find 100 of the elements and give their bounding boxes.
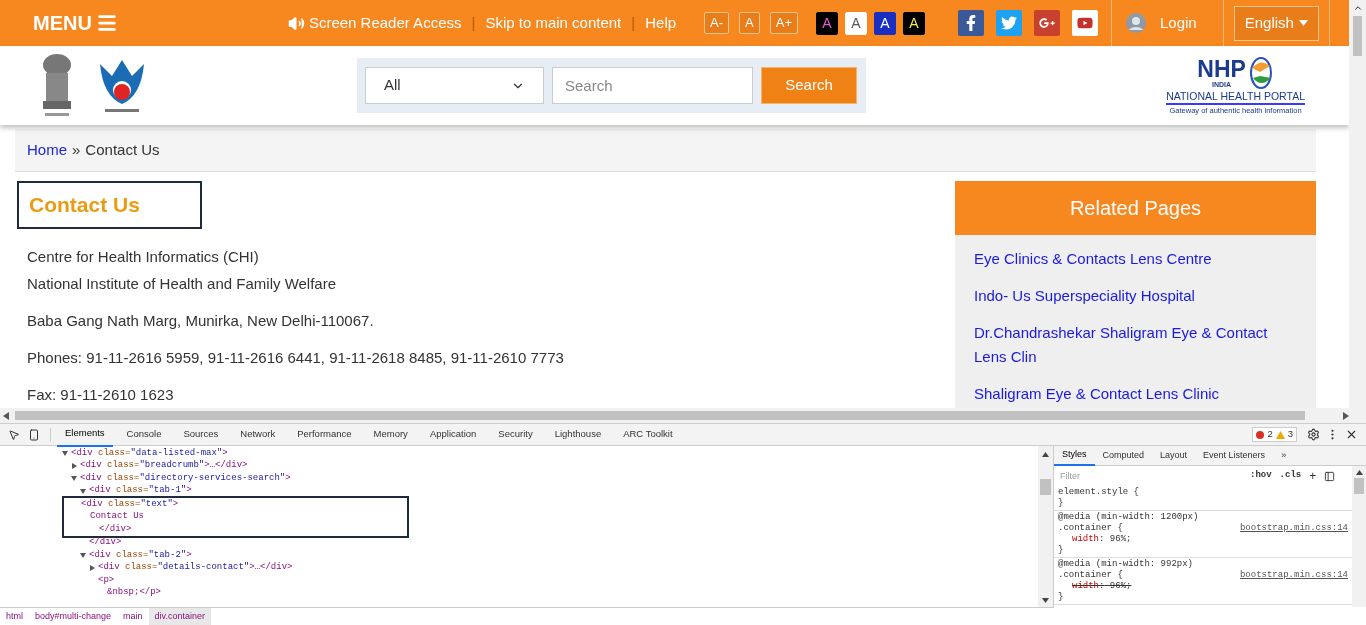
expanded-triangle-icon[interactable]: [62, 450, 71, 457]
dom-node-line[interactable]: </div>: [99, 522, 132, 536]
warning-icon: [1275, 430, 1285, 439]
dom-node-line[interactable]: <div class="text">: [81, 497, 179, 511]
separator: |: [631, 12, 636, 33]
scrollbar-thumb[interactable]: [1354, 478, 1364, 494]
sidebar-toggle-icon: [1324, 470, 1336, 482]
style-declaration[interactable]: width: 96%;: [1058, 581, 1348, 592]
more-tabs-button[interactable]: »: [1273, 448, 1295, 463]
cls-button[interactable]: .cls: [1279, 469, 1302, 483]
related-pages-header: Related Pages: [955, 181, 1316, 235]
source-link[interactable]: bootstrap.min.css:14: [1239, 523, 1348, 534]
expanded-triangle-icon[interactable]: [71, 475, 80, 482]
home-link[interactable]: Home: [27, 138, 67, 162]
inspect-icon: [8, 428, 20, 441]
social-icon[interactable]: [996, 10, 1022, 37]
rule-close: }: [1058, 545, 1065, 556]
dom-node-line[interactable]: <div class="data-listed-max">: [71, 446, 228, 460]
rule-close: }: [1058, 498, 1065, 509]
devtools-tab[interactable]: Elements: [57, 424, 113, 447]
devtools-tab[interactable]: Network: [232, 424, 284, 447]
rule-selector: element.style {: [1058, 487, 1139, 498]
separator: |: [471, 12, 476, 33]
styles-tab[interactable]: Styles: [1054, 446, 1095, 466]
scrollbar-thumb[interactable]: [1040, 479, 1051, 495]
caret-icon: [1298, 20, 1308, 27]
media-query: @media (min-width: 1200px): [1058, 512, 1200, 523]
related-page-link[interactable]: Dr.Chandrashekar Shaligram Eye & Contact Lens Clin: [974, 321, 1297, 369]
breadcrumb-path-item[interactable]: body#multi-change: [29, 607, 118, 625]
devtools-tab[interactable]: Sources: [175, 424, 227, 447]
contrast-button[interactable]: A: [903, 11, 925, 35]
hov-button[interactable]: :hov: [1250, 469, 1272, 483]
social-icon[interactable]: [1034, 10, 1060, 37]
dom-node-line[interactable]: <div class="tab-2">: [89, 548, 192, 562]
settings-icon: [1307, 428, 1320, 441]
dom-node-line[interactable]: <div class="details-contact">…</div>: [98, 561, 293, 575]
speaker-icon: [287, 14, 305, 32]
contact-detail: Phones: 91-11-2616 5959, 91-11-2616 6441, 91-11-2618 8485, 91-11-2610 7773: [27, 348, 565, 368]
user-avatar-icon: [1126, 13, 1146, 34]
address-line: Centre for Health Informatics (CHI): [27, 247, 260, 267]
contrast-button[interactable]: A: [874, 11, 896, 35]
styles-tab[interactable]: Event Listeners: [1195, 446, 1274, 466]
styles-tab[interactable]: Computed: [1094, 446, 1153, 466]
contrast-button[interactable]: A: [845, 11, 867, 35]
related-page-link[interactable]: Eye Clinics & Contacts Lens Centre: [974, 247, 1297, 271]
social-icon[interactable]: [958, 10, 984, 37]
vertical-scrollbar[interactable]: [1349, 0, 1366, 408]
video-icon[interactable]: [1072, 10, 1098, 37]
expanded-triangle-icon[interactable]: [80, 487, 89, 494]
contrast-button[interactable]: A: [816, 11, 838, 35]
dom-node-line[interactable]: <div class="breadcrumb">…</div>: [80, 459, 248, 473]
logo-emblem-drawing: [1247, 55, 1274, 90]
error-icon: [1256, 430, 1265, 439]
expanded-triangle-icon[interactable]: [80, 552, 89, 559]
warning-count: 3: [1287, 427, 1293, 442]
devtools-tab[interactable]: ARC Toolkit: [615, 424, 681, 447]
error-count: 2: [1267, 427, 1273, 442]
new-rule-button[interactable]: +: [1309, 467, 1317, 485]
rule-selector: .container {: [1058, 523, 1123, 534]
styles-scrollbar[interactable]: [1352, 466, 1366, 607]
style-declaration[interactable]: width: 96%;: [1058, 534, 1348, 545]
logo-name: NATIONAL HEALTH PORTAL: [1166, 89, 1305, 105]
issue-counter[interactable]: 2 3: [1252, 427, 1297, 442]
breadcrumb-path-item[interactable]: main: [117, 607, 149, 625]
category-select[interactable]: All: [365, 67, 544, 105]
dom-scrollbar[interactable]: [1038, 446, 1054, 607]
contact-detail: Fax: 91-11-2610 1623: [27, 385, 175, 405]
dom-node-line[interactable]: Contact Us: [90, 510, 144, 524]
related-page-link[interactable]: Indo- Us Superspeciality Hospital: [974, 284, 1297, 308]
source-link[interactable]: bootstrap.min.css:14: [1239, 570, 1348, 581]
scroll-down-icon: [1042, 598, 1049, 603]
devtools-tab[interactable]: Security: [490, 424, 541, 447]
search-field[interactable]: Search: [552, 67, 753, 105]
rule-selector: .container {: [1058, 570, 1123, 581]
scroll-left-icon: [3, 411, 9, 420]
logo-acronym: NHP: [1197, 57, 1246, 81]
scroll-up-icon: [1352, 3, 1363, 13]
devtools-tab[interactable]: Lighthouse: [546, 424, 610, 447]
breadcrumb-current: Contact Us: [85, 139, 160, 160]
rule-close: }: [1058, 592, 1065, 603]
styles-tab[interactable]: Layout: [1152, 446, 1196, 466]
devtools-tab[interactable]: Performance: [289, 424, 360, 447]
related-page-link[interactable]: Shaligram Eye & Contact Lens Clinic: [974, 382, 1297, 406]
scroll-up-icon: [1355, 470, 1363, 475]
dom-node-line[interactable]: &nbsp;</p>: [107, 586, 161, 600]
device-toggle-icon: [28, 428, 40, 441]
dom-node-line[interactable]: <p>: [98, 573, 115, 587]
scrollbar-thumb[interactable]: [1353, 16, 1362, 56]
scroll-right-icon: [1343, 411, 1349, 420]
breadcrumb-path-item[interactable]: div.container: [148, 607, 211, 625]
devtools-tab[interactable]: Memory: [365, 424, 416, 447]
scrollbar-thumb[interactable]: [15, 411, 1305, 420]
dom-node-line[interactable]: <div class="directory-services-search">: [80, 471, 291, 485]
devtools-tab[interactable]: Application: [421, 424, 485, 447]
close-icon: [1345, 428, 1358, 441]
horizontal-scrollbar[interactable]: [0, 408, 1366, 423]
breadcrumb-path-item[interactable]: html: [0, 607, 29, 625]
dom-node-line[interactable]: <div class="tab-1">: [89, 484, 192, 498]
dom-node-line[interactable]: </div>: [89, 536, 122, 550]
devtools-tab[interactable]: Console: [118, 424, 170, 447]
